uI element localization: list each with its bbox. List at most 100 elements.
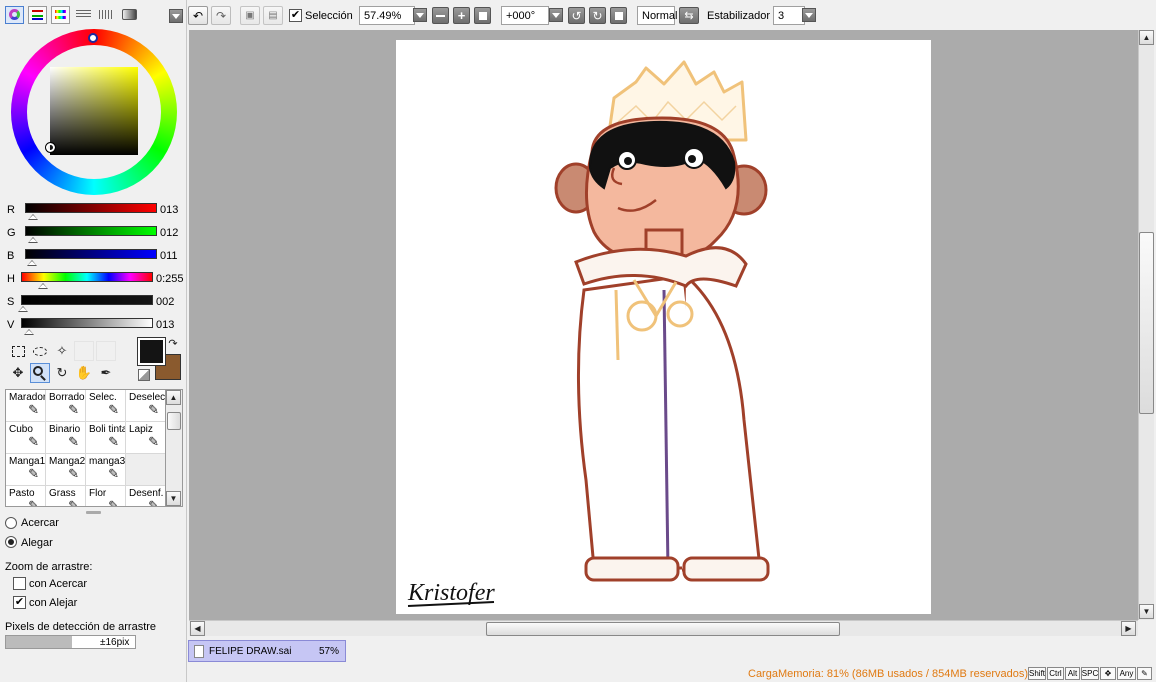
brush-slot[interactable]: Selec. ✎ xyxy=(86,390,126,422)
primary-color-swatch[interactable] xyxy=(137,337,166,366)
empty-tool-slot xyxy=(74,341,94,361)
select-brush-icon: ✎ xyxy=(108,402,119,417)
zoom-reset-button[interactable] xyxy=(474,7,491,24)
acercar-radio[interactable] xyxy=(5,517,17,529)
saturation-value-marker[interactable] xyxy=(45,142,56,153)
rotate-tool-icon[interactable]: ↻ xyxy=(52,363,72,383)
horizontal-scroll-thumb[interactable] xyxy=(486,622,840,636)
alegar-radio[interactable] xyxy=(5,536,17,548)
rotate-right-button[interactable]: ↻ xyxy=(589,7,606,24)
vertical-scrollbar[interactable]: ▲ ▼ xyxy=(1138,30,1154,620)
scroll-up-icon[interactable]: ▲ xyxy=(1139,30,1154,45)
saturation-value-square[interactable] xyxy=(50,67,138,155)
brush-grid-scrollbar[interactable]: ▲ ▼ xyxy=(166,389,183,507)
zoom-in-button[interactable]: + xyxy=(453,7,470,24)
slider-g[interactable]: G 012 xyxy=(0,224,187,246)
slider-v[interactable]: V 013 xyxy=(0,316,187,338)
color-wheel-hue-marker[interactable] xyxy=(88,33,98,43)
brush-slot[interactable]: Cubo ✎ xyxy=(6,422,46,454)
square-icon xyxy=(478,11,487,20)
panel-resize-grip-icon[interactable] xyxy=(86,511,101,514)
color-wheel-tab-icon[interactable] xyxy=(5,6,24,24)
file-tab[interactable]: FELIPE DRAW.sai 57% xyxy=(188,640,346,662)
brush-slot[interactable]: Manga1 ✎ xyxy=(6,454,46,486)
brush-slot[interactable]: manga3 ✎ xyxy=(86,454,126,486)
drawing-canvas[interactable]: Kristofer xyxy=(396,40,931,614)
zoom-tool-icon[interactable] xyxy=(30,363,50,383)
slider-r-track[interactable] xyxy=(25,203,157,213)
slider-h[interactable]: H 0:255 xyxy=(0,270,187,292)
brush-scroll-thumb[interactable] xyxy=(167,412,181,430)
zoom-dropdown-icon[interactable] xyxy=(413,8,427,22)
con-alejar-checkbox[interactable]: ✔ xyxy=(13,596,26,609)
zoom-out-button[interactable] xyxy=(432,7,449,24)
hsv-sliders-tab-icon[interactable] xyxy=(51,6,70,24)
slider-r-knob-icon[interactable] xyxy=(28,214,38,220)
rotation-dropdown-icon[interactable] xyxy=(549,8,563,22)
slider-r[interactable]: R 013 xyxy=(0,201,187,223)
brush-slot[interactable]: Marador ✎ xyxy=(6,390,46,422)
rotation-reset-button[interactable] xyxy=(610,7,627,24)
brush-slot[interactable]: Pasto ✎ xyxy=(6,486,46,506)
scroll-down-icon[interactable]: ▼ xyxy=(1139,604,1154,619)
brush-slot[interactable]: Borrador ✎ xyxy=(46,390,86,422)
slider-g-track[interactable] xyxy=(25,226,157,236)
con-acercar-checkbox[interactable] xyxy=(13,577,26,590)
brush-scroll-up-icon[interactable]: ▲ xyxy=(166,390,181,405)
slider-h-track[interactable] xyxy=(21,272,153,282)
brush-label: Manga1 xyxy=(9,456,46,467)
flip-view-button[interactable]: ⇆ xyxy=(679,7,699,24)
slider-g-knob-icon[interactable] xyxy=(28,237,38,243)
slider-v-knob-icon[interactable] xyxy=(24,329,34,335)
color-mixer-tab-icon[interactable] xyxy=(120,6,139,24)
undo-button[interactable]: ↶ xyxy=(188,6,208,25)
rect-select-tool-icon[interactable] xyxy=(8,341,28,361)
slider-v-track[interactable] xyxy=(21,318,153,328)
canvas-viewport[interactable]: Kristofer xyxy=(189,30,1138,620)
stabilizer-dropdown-icon[interactable] xyxy=(802,8,816,22)
rgb-sliders-tab-icon[interactable] xyxy=(28,6,47,24)
drag-detect-slider[interactable]: ±16pix xyxy=(5,635,136,649)
brush-slot[interactable]: Boli tinta ✎ xyxy=(86,422,126,454)
move-tool-icon[interactable]: ✥ xyxy=(8,363,28,383)
brush-label: Flor xyxy=(89,488,107,499)
scroll-right-icon[interactable]: ▶ xyxy=(1121,621,1136,636)
brush-slot[interactable]: Lapiz ✎ xyxy=(126,422,165,454)
blend-mode-field[interactable]: Normal xyxy=(637,6,677,25)
brush-slot[interactable]: Manga2 ✎ xyxy=(46,454,86,486)
invert-selection-button[interactable]: ▤ xyxy=(263,6,283,25)
brush-slot[interactable]: Desenf. ✎ xyxy=(126,486,165,506)
eyedropper-icon[interactable]: ✒ xyxy=(96,363,116,383)
transparent-color-icon[interactable] xyxy=(138,369,150,381)
slider-b[interactable]: B 011 xyxy=(0,247,187,269)
slider-h-knob-icon[interactable] xyxy=(38,283,48,289)
brush-slot[interactable]: Flor ✎ xyxy=(86,486,126,506)
magic-wand-icon[interactable]: ✧ xyxy=(52,341,72,361)
swatches-tab-icon[interactable] xyxy=(74,6,93,24)
slider-s-knob-icon[interactable] xyxy=(18,306,28,312)
vertical-scroll-thumb[interactable] xyxy=(1139,232,1154,414)
zoom-field[interactable]: 57.49% xyxy=(359,6,415,25)
brush-slot[interactable]: Grass ✎ xyxy=(46,486,86,506)
horizontal-scrollbar[interactable]: ◀ ▶ xyxy=(189,620,1138,636)
slider-s[interactable]: S 002 xyxy=(0,293,187,315)
stabilizer-field[interactable]: 3 xyxy=(773,6,805,25)
hand-tool-icon[interactable]: ✋ xyxy=(74,363,94,383)
scratchpad-tab-icon[interactable] xyxy=(97,6,116,24)
slider-s-track[interactable] xyxy=(21,295,153,305)
square-icon xyxy=(614,11,623,20)
slider-b-knob-icon[interactable] xyxy=(27,260,37,266)
lasso-tool-icon[interactable] xyxy=(30,341,50,361)
selection-checkbox[interactable]: ✔ xyxy=(289,9,302,22)
redo-button[interactable]: ↷ xyxy=(211,6,231,25)
rotation-field[interactable]: +000° xyxy=(501,6,549,25)
rotate-left-button[interactable]: ↺ xyxy=(568,7,585,24)
deselect-button[interactable]: ▣ xyxy=(240,6,260,25)
scroll-left-icon[interactable]: ◀ xyxy=(190,621,205,636)
brush-slot[interactable]: Deselec. ✎ xyxy=(126,390,165,422)
brush-scroll-down-icon[interactable]: ▼ xyxy=(166,491,181,506)
panel-menu-arrow-icon[interactable] xyxy=(169,9,183,23)
swap-colors-icon[interactable]: ↷ xyxy=(166,336,180,350)
slider-b-track[interactable] xyxy=(25,249,157,259)
brush-slot[interactable]: Binario ✎ xyxy=(46,422,86,454)
